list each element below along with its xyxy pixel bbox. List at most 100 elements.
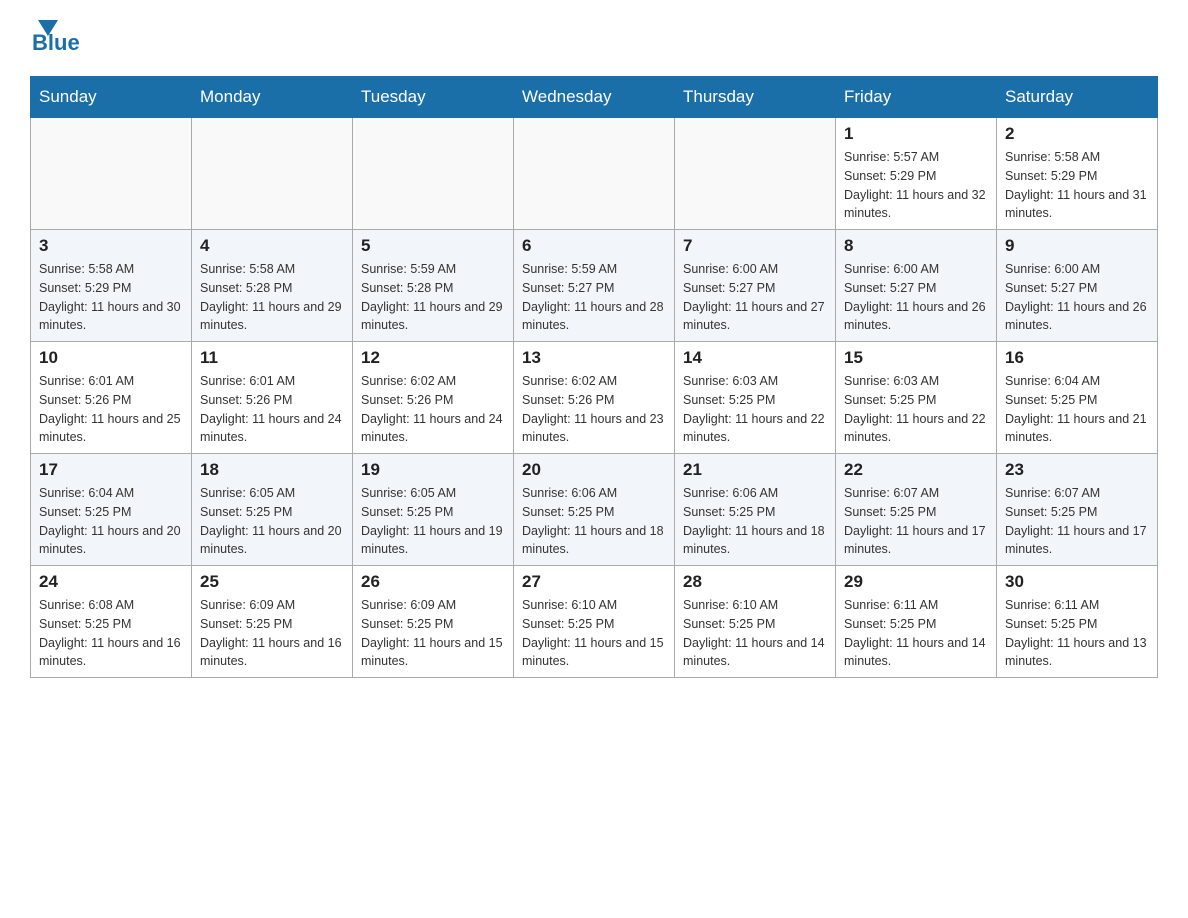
- calendar-cell: 27 Sunrise: 6:10 AM Sunset: 5:25 PM Dayli…: [514, 566, 675, 678]
- day-info: Sunrise: 6:10 AM Sunset: 5:25 PM Dayligh…: [683, 596, 827, 671]
- day-info: Sunrise: 6:11 AM Sunset: 5:25 PM Dayligh…: [1005, 596, 1149, 671]
- calendar-cell: 23Sunrise: 6:07 AM Sunset: 5:25 PM Dayli…: [997, 454, 1158, 566]
- day-info: Sunrise: 6:02 AM Sunset: 5:26 PM Dayligh…: [522, 372, 666, 447]
- day-info: Sunrise: 5:59 AM Sunset: 5:27 PM Dayligh…: [522, 260, 666, 335]
- day-info: Sunrise: 6:04 AM Sunset: 5:25 PM Dayligh…: [39, 484, 183, 559]
- calendar-row-0: 1Sunrise: 5:57 AM Sunset: 5:29 PM Daylig…: [31, 118, 1158, 230]
- weekday-header-sunday: Sunday: [31, 77, 192, 118]
- calendar-table: SundayMondayTuesdayWednesdayThursdayFrid…: [30, 76, 1158, 678]
- calendar-cell: 25 Sunrise: 6:09 AM Sunset: 5:25 PM Dayli…: [192, 566, 353, 678]
- day-number: 11: [200, 348, 344, 368]
- calendar-cell: 5 Sunrise: 5:59 AM Sunset: 5:28 PM Daylig…: [353, 230, 514, 342]
- calendar-cell: 4Sunrise: 5:58 AM Sunset: 5:28 PM Daylig…: [192, 230, 353, 342]
- day-info: Sunrise: 6:10 AM Sunset: 5:25 PM Dayligh…: [522, 596, 666, 671]
- day-number: 5: [361, 236, 505, 256]
- calendar-cell: 29 Sunrise: 6:11 AM Sunset: 5:25 PM Dayli…: [836, 566, 997, 678]
- weekday-header-saturday: Saturday: [997, 77, 1158, 118]
- day-info: Sunrise: 6:04 AM Sunset: 5:25 PM Dayligh…: [1005, 372, 1149, 447]
- calendar-cell: [675, 118, 836, 230]
- logo: Blue: [30, 20, 80, 56]
- day-number: 28: [683, 572, 827, 592]
- day-info: Sunrise: 6:00 AM Sunset: 5:27 PM Dayligh…: [844, 260, 988, 335]
- weekday-header-row: SundayMondayTuesdayWednesdayThursdayFrid…: [31, 77, 1158, 118]
- day-number: 17: [39, 460, 183, 480]
- day-number: 21: [683, 460, 827, 480]
- calendar-cell: 24 Sunrise: 6:08 AM Sunset: 5:25 PM Dayli…: [31, 566, 192, 678]
- day-number: 23: [1005, 460, 1149, 480]
- day-info: Sunrise: 6:00 AM Sunset: 5:27 PM Dayligh…: [1005, 260, 1149, 335]
- calendar-cell: 2 Sunrise: 5:58 AM Sunset: 5:29 PM Daylig…: [997, 118, 1158, 230]
- day-number: 10: [39, 348, 183, 368]
- day-info: Sunrise: 6:03 AM Sunset: 5:25 PM Dayligh…: [683, 372, 827, 447]
- day-info: Sunrise: 6:03 AM Sunset: 5:25 PM Dayligh…: [844, 372, 988, 447]
- day-number: 24: [39, 572, 183, 592]
- weekday-header-tuesday: Tuesday: [353, 77, 514, 118]
- day-number: 7: [683, 236, 827, 256]
- day-number: 9: [1005, 236, 1149, 256]
- day-info: Sunrise: 6:09 AM Sunset: 5:25 PM Dayligh…: [200, 596, 344, 671]
- calendar-cell: [192, 118, 353, 230]
- day-number: 14: [683, 348, 827, 368]
- day-number: 12: [361, 348, 505, 368]
- day-info: Sunrise: 6:00 AM Sunset: 5:27 PM Dayligh…: [683, 260, 827, 335]
- calendar-row-4: 24 Sunrise: 6:08 AM Sunset: 5:25 PM Dayli…: [31, 566, 1158, 678]
- calendar-cell: 21 Sunrise: 6:06 AM Sunset: 5:25 PM Dayli…: [675, 454, 836, 566]
- page-header: Blue: [30, 20, 1158, 56]
- calendar-cell: 10Sunrise: 6:01 AM Sunset: 5:26 PM Dayli…: [31, 342, 192, 454]
- day-number: 20: [522, 460, 666, 480]
- calendar-cell: 18Sunrise: 6:05 AM Sunset: 5:25 PM Dayli…: [192, 454, 353, 566]
- day-number: 16: [1005, 348, 1149, 368]
- calendar-row-2: 10 Sunrise: 6:01 AM Sunset: 5:26 PM Dayli…: [31, 342, 1158, 454]
- day-info: Sunrise: 5:58 AM Sunset: 5:28 PM Dayligh…: [200, 260, 344, 335]
- day-info: Sunrise: 6:01 AM Sunset: 5:26 PM Dayligh…: [200, 372, 344, 447]
- logo-subtitle: Blue: [32, 30, 80, 56]
- calendar-cell: 20 Sunrise: 6:06 AM Sunset: 5:25 PM Dayli…: [514, 454, 675, 566]
- calendar-cell: 7 Sunrise: 6:00 AM Sunset: 5:27 PM Daylig…: [675, 230, 836, 342]
- weekday-header-friday: Friday: [836, 77, 997, 118]
- calendar-cell: 13 Sunrise: 6:02 AM Sunset: 5:26 PM Dayli…: [514, 342, 675, 454]
- day-info: Sunrise: 5:57 AM Sunset: 5:29 PM Dayligh…: [844, 148, 988, 223]
- day-info: Sunrise: 5:58 AM Sunset: 5:29 PM Dayligh…: [39, 260, 183, 335]
- day-info: Sunrise: 6:06 AM Sunset: 5:25 PM Dayligh…: [522, 484, 666, 559]
- calendar-cell: 22Sunrise: 6:07 AM Sunset: 5:25 PM Dayli…: [836, 454, 997, 566]
- calendar-cell: 11 Sunrise: 6:01 AM Sunset: 5:26 PM Dayli…: [192, 342, 353, 454]
- calendar-cell: 12Sunrise: 6:02 AM Sunset: 5:26 PM Dayli…: [353, 342, 514, 454]
- day-number: 29: [844, 572, 988, 592]
- calendar-cell: 19Sunrise: 6:05 AM Sunset: 5:25 PM Dayli…: [353, 454, 514, 566]
- calendar-cell: 3 Sunrise: 5:58 AM Sunset: 5:29 PM Daylig…: [31, 230, 192, 342]
- day-number: 15: [844, 348, 988, 368]
- calendar-cell: 30 Sunrise: 6:11 AM Sunset: 5:25 PM Dayli…: [997, 566, 1158, 678]
- day-number: 6: [522, 236, 666, 256]
- calendar-cell: 26 Sunrise: 6:09 AM Sunset: 5:25 PM Dayli…: [353, 566, 514, 678]
- day-number: 13: [522, 348, 666, 368]
- day-info: Sunrise: 6:09 AM Sunset: 5:25 PM Dayligh…: [361, 596, 505, 671]
- day-info: Sunrise: 6:11 AM Sunset: 5:25 PM Dayligh…: [844, 596, 988, 671]
- calendar-row-1: 3 Sunrise: 5:58 AM Sunset: 5:29 PM Daylig…: [31, 230, 1158, 342]
- day-number: 26: [361, 572, 505, 592]
- day-info: Sunrise: 5:59 AM Sunset: 5:28 PM Dayligh…: [361, 260, 505, 335]
- day-number: 25: [200, 572, 344, 592]
- day-number: 18: [200, 460, 344, 480]
- weekday-header-monday: Monday: [192, 77, 353, 118]
- day-info: Sunrise: 5:58 AM Sunset: 5:29 PM Dayligh…: [1005, 148, 1149, 223]
- calendar-cell: 15 Sunrise: 6:03 AM Sunset: 5:25 PM Dayli…: [836, 342, 997, 454]
- day-number: 2: [1005, 124, 1149, 144]
- calendar-cell: [353, 118, 514, 230]
- day-number: 3: [39, 236, 183, 256]
- day-info: Sunrise: 6:06 AM Sunset: 5:25 PM Dayligh…: [683, 484, 827, 559]
- weekday-header-wednesday: Wednesday: [514, 77, 675, 118]
- calendar-cell: 9 Sunrise: 6:00 AM Sunset: 5:27 PM Daylig…: [997, 230, 1158, 342]
- day-info: Sunrise: 6:05 AM Sunset: 5:25 PM Dayligh…: [361, 484, 505, 559]
- calendar-cell: 17 Sunrise: 6:04 AM Sunset: 5:25 PM Dayli…: [31, 454, 192, 566]
- calendar-cell: [514, 118, 675, 230]
- day-info: Sunrise: 6:07 AM Sunset: 5:25 PM Dayligh…: [844, 484, 988, 559]
- day-info: Sunrise: 6:08 AM Sunset: 5:25 PM Dayligh…: [39, 596, 183, 671]
- calendar-cell: [31, 118, 192, 230]
- day-number: 27: [522, 572, 666, 592]
- calendar-cell: 16 Sunrise: 6:04 AM Sunset: 5:25 PM Dayli…: [997, 342, 1158, 454]
- day-number: 30: [1005, 572, 1149, 592]
- calendar-cell: 6 Sunrise: 5:59 AM Sunset: 5:27 PM Daylig…: [514, 230, 675, 342]
- day-number: 8: [844, 236, 988, 256]
- weekday-header-thursday: Thursday: [675, 77, 836, 118]
- calendar-cell: 14 Sunrise: 6:03 AM Sunset: 5:25 PM Dayli…: [675, 342, 836, 454]
